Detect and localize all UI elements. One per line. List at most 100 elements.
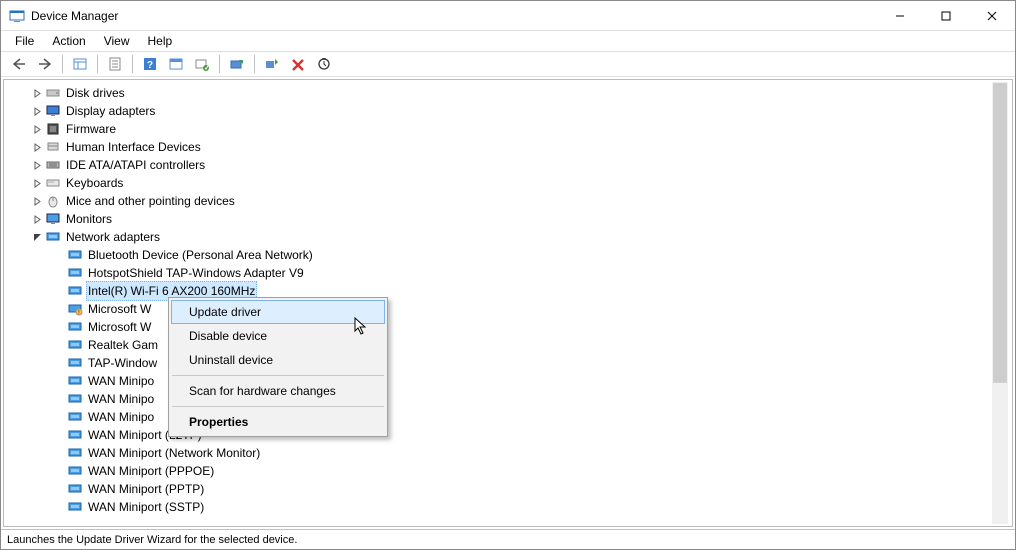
action-icon[interactable]: [164, 53, 188, 75]
close-button[interactable]: [969, 1, 1015, 31]
tree-device[interactable]: TAP-Window: [6, 354, 1010, 372]
tree-label: Bluetooth Device (Personal Area Network): [86, 246, 315, 264]
chevron-right-icon: [30, 143, 44, 152]
minimize-button[interactable]: [877, 1, 923, 31]
tree-label: Disk drives: [64, 84, 127, 102]
scrollbar-thumb[interactable]: [993, 83, 1007, 383]
tree-device[interactable]: WAN Miniport (PPTP): [6, 480, 1010, 498]
context-item-uninstall-device[interactable]: Uninstall device: [171, 348, 385, 372]
statusbar: Launches the Update Driver Wizard for th…: [1, 529, 1015, 549]
uninstall-icon[interactable]: [286, 53, 310, 75]
tree-category[interactable]: Mice and other pointing devices: [6, 192, 1010, 210]
hid-icon: [45, 139, 61, 155]
toolbar-separator: [62, 55, 63, 73]
firmware-icon: [45, 121, 61, 137]
scan-icon[interactable]: [190, 53, 214, 75]
tree-category[interactable]: Keyboards: [6, 174, 1010, 192]
forward-icon[interactable]: [33, 53, 57, 75]
network-icon: [45, 229, 61, 245]
tree-device[interactable]: ! Microsoft W: [6, 300, 1010, 318]
net-icon: [67, 391, 83, 407]
menu-action[interactable]: Action: [44, 32, 93, 50]
tree-category[interactable]: Display adapters: [6, 102, 1010, 120]
tree-device[interactable]: HotspotShield TAP-Windows Adapter V9: [6, 264, 1010, 282]
titlebar: Device Manager: [1, 1, 1015, 31]
tree-label: Realtek Gam: [86, 336, 160, 354]
tree-label: IDE ATA/ATAPI controllers: [64, 156, 207, 174]
context-item-scan-for-hardware-changes[interactable]: Scan for hardware changes: [171, 379, 385, 403]
tree-device[interactable]: WAN Minipo: [6, 372, 1010, 390]
net-icon: [67, 445, 83, 461]
status-text: Launches the Update Driver Wizard for th…: [7, 534, 297, 546]
tree-label: Human Interface Devices: [64, 138, 203, 156]
net-icon: [67, 409, 83, 425]
toolbar-separator: [219, 55, 220, 73]
chevron-down-icon[interactable]: [30, 233, 44, 242]
tree-label: WAN Miniport (Network Monitor): [86, 444, 262, 462]
chevron-right-icon: [30, 89, 44, 98]
svg-text:?: ?: [147, 60, 153, 71]
back-icon[interactable]: [7, 53, 31, 75]
tree-device[interactable]: WAN Miniport (L2TP): [6, 426, 1010, 444]
net-icon: [67, 463, 83, 479]
scan-hardware-icon[interactable]: [312, 53, 336, 75]
disk-icon: [45, 85, 61, 101]
context-item-disable-device[interactable]: Disable device: [171, 324, 385, 348]
tree-label: TAP-Window: [86, 354, 159, 372]
toolbar-separator: [254, 55, 255, 73]
help-icon[interactable]: ?: [138, 53, 162, 75]
tree-device[interactable]: WAN Miniport (PPPOE): [6, 462, 1010, 480]
net-icon: [67, 373, 83, 389]
tree-category[interactable]: Human Interface Devices: [6, 138, 1010, 156]
tree-label: Network adapters: [64, 228, 162, 246]
tree-label: WAN Miniport (SSTP): [86, 498, 206, 516]
chevron-right-icon: [30, 179, 44, 188]
svg-text:!: !: [78, 310, 79, 316]
tree-label: Monitors: [64, 210, 114, 228]
properties-icon[interactable]: [103, 53, 127, 75]
net-icon: [67, 481, 83, 497]
show-hidden-icon[interactable]: [68, 53, 92, 75]
tree-device[interactable]: Microsoft W: [6, 318, 1010, 336]
tree-label: Mice and other pointing devices: [64, 192, 237, 210]
toolbar: ?: [1, 51, 1015, 77]
net-icon: [67, 427, 83, 443]
toolbar-separator: [132, 55, 133, 73]
keyboard-icon: [45, 175, 61, 191]
tree-label: Display adapters: [64, 102, 157, 120]
menu-file[interactable]: File: [7, 32, 42, 50]
tree-label: WAN Minipo: [86, 390, 156, 408]
chevron-right-icon: [30, 161, 44, 170]
tree-label: Microsoft W: [86, 300, 153, 318]
tree-device[interactable]: WAN Miniport (Network Monitor): [6, 444, 1010, 462]
net-alt-icon: !: [67, 301, 83, 317]
menu-view[interactable]: View: [96, 32, 138, 50]
context-item-update-driver[interactable]: Update driver: [171, 300, 385, 324]
window-controls: [877, 1, 1015, 31]
tree-category[interactable]: IDE ATA/ATAPI controllers: [6, 156, 1010, 174]
net-icon: [67, 319, 83, 335]
tree-category[interactable]: Monitors: [6, 210, 1010, 228]
device-tree[interactable]: Disk drivesDisplay adaptersFirmwareHuman…: [3, 79, 1013, 527]
update-driver-icon[interactable]: [225, 53, 249, 75]
tree-category[interactable]: Network adapters: [6, 228, 1010, 246]
tree-device[interactable]: WAN Miniport (SSTP): [6, 498, 1010, 516]
tree-label: WAN Miniport (PPTP): [86, 480, 206, 498]
tree-device[interactable]: Realtek Gam: [6, 336, 1010, 354]
tree-device[interactable]: WAN Minipo: [6, 390, 1010, 408]
toolbar-separator: [97, 55, 98, 73]
tree-category[interactable]: Firmware: [6, 120, 1010, 138]
chevron-right-icon: [30, 107, 44, 116]
net-icon: [67, 499, 83, 515]
tree-device[interactable]: Bluetooth Device (Personal Area Network): [6, 246, 1010, 264]
tree-category[interactable]: Disk drives: [6, 84, 1010, 102]
net-icon: [67, 283, 83, 299]
enable-icon[interactable]: [260, 53, 284, 75]
tree-device[interactable]: WAN Minipo: [6, 408, 1010, 426]
context-item-properties[interactable]: Properties: [171, 410, 385, 434]
maximize-button[interactable]: [923, 1, 969, 31]
tree-device[interactable]: Intel(R) Wi-Fi 6 AX200 160MHz: [6, 282, 1010, 300]
tree-scrollbar[interactable]: [992, 82, 1008, 524]
app-icon: [9, 8, 25, 24]
menu-help[interactable]: Help: [140, 32, 181, 50]
